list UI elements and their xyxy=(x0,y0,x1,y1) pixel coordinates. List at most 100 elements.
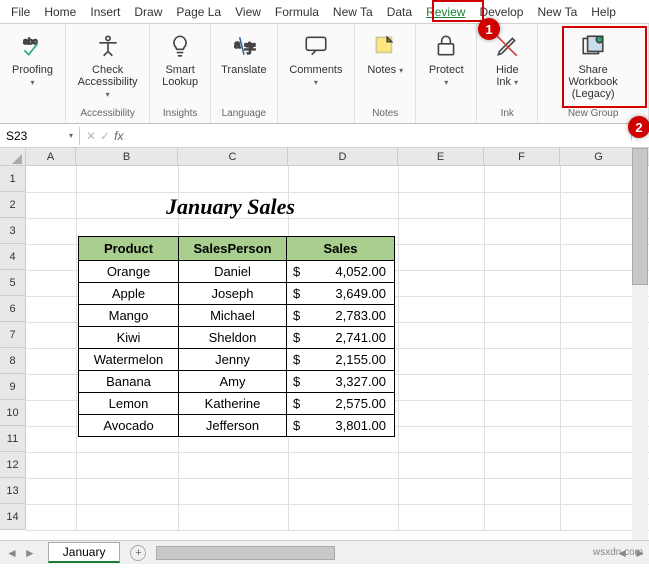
col-header-D[interactable]: D xyxy=(288,148,398,165)
row-header-4[interactable]: 4 xyxy=(0,244,26,270)
ribbon-button-label: ShareWorkbook (Legacy) xyxy=(548,64,638,100)
sheet-title: January Sales xyxy=(166,194,295,220)
row-header-8[interactable]: 8 xyxy=(0,348,26,374)
ribbon-group-new-group: ShareWorkbook (Legacy)New Group xyxy=(538,24,649,123)
tab-next-icon[interactable]: ► xyxy=(24,546,36,560)
vertical-scrollbar[interactable] xyxy=(632,148,648,540)
cell-person[interactable]: Jefferson xyxy=(179,415,287,437)
cell-person[interactable]: Katherine xyxy=(179,393,287,415)
tab-nav[interactable]: ◄ ► xyxy=(0,546,42,560)
cell-sales[interactable]: $2,783.00 xyxy=(287,305,395,327)
menu-newta[interactable]: New Ta xyxy=(530,2,584,22)
add-sheet-button[interactable]: + xyxy=(130,545,146,561)
menu-formula[interactable]: Formula xyxy=(268,2,326,22)
accept-icon[interactable]: ✓ xyxy=(100,129,110,143)
ribbon-comments-button[interactable]: Comments ▾ xyxy=(284,28,349,90)
menu-insert[interactable]: Insert xyxy=(83,2,127,22)
cells-area[interactable]: January Sales ProductSalesPersonSalesOra… xyxy=(26,166,649,530)
table-row: AvocadoJefferson$3,801.00 xyxy=(79,415,395,437)
cell-sales[interactable]: $2,575.00 xyxy=(287,393,395,415)
cell-person[interactable]: Sheldon xyxy=(179,327,287,349)
cell-person[interactable]: Joseph xyxy=(179,283,287,305)
row-header-5[interactable]: 5 xyxy=(0,270,26,296)
ribbon-check-accessibility-button[interactable]: CheckAccessibility ▾ xyxy=(72,28,143,102)
col-header-C[interactable]: C xyxy=(178,148,288,165)
row-header-1[interactable]: 1 xyxy=(0,166,26,192)
sheet-tab-january[interactable]: January xyxy=(48,542,121,563)
table-row: KiwiSheldon$2,741.00 xyxy=(79,327,395,349)
cell-person[interactable]: Amy xyxy=(179,371,287,393)
row-header-3[interactable]: 3 xyxy=(0,218,26,244)
col-header-E[interactable]: E xyxy=(398,148,484,165)
ribbon-group-proofing: abcProofing ▾ xyxy=(0,24,66,123)
cell-product[interactable]: Avocado xyxy=(79,415,179,437)
col-header-G[interactable]: G xyxy=(560,148,638,165)
menu-review[interactable]: Review xyxy=(419,2,472,22)
tab-prev-icon[interactable]: ◄ xyxy=(6,546,18,560)
row-header-7[interactable]: 7 xyxy=(0,322,26,348)
formula-input[interactable] xyxy=(129,127,631,145)
cell-sales[interactable]: $3,327.00 xyxy=(287,371,395,393)
col-header-F[interactable]: F xyxy=(484,148,560,165)
cell-product[interactable]: Lemon xyxy=(79,393,179,415)
menu-draw[interactable]: Draw xyxy=(127,2,169,22)
select-all-corner[interactable] xyxy=(0,148,26,165)
cell-product[interactable]: Kiwi xyxy=(79,327,179,349)
table-header-sales: Sales xyxy=(287,237,395,261)
accessibility-icon xyxy=(92,30,124,62)
row-header-10[interactable]: 10 xyxy=(0,400,26,426)
name-box[interactable]: S23 ▾ xyxy=(0,127,80,145)
cell-product[interactable]: Watermelon xyxy=(79,349,179,371)
cell-product[interactable]: Apple xyxy=(79,283,179,305)
menu-view[interactable]: View xyxy=(228,2,268,22)
horizontal-scroll-thumb[interactable] xyxy=(156,546,335,560)
ribbon-protect-button[interactable]: Protect ▾ xyxy=(422,28,470,90)
svg-text:字: 字 xyxy=(244,42,256,56)
ribbon-notes-button[interactable]: Notes ▾ xyxy=(361,28,409,78)
menu-newta[interactable]: New Ta xyxy=(326,2,380,22)
ribbon-proofing-button[interactable]: abcProofing ▾ xyxy=(6,28,59,90)
cell-person[interactable]: Michael xyxy=(179,305,287,327)
ribbon-group-label: Language xyxy=(222,106,267,121)
menu-file[interactable]: File xyxy=(4,2,37,22)
cell-sales[interactable]: $2,741.00 xyxy=(287,327,395,349)
abc-check-icon: abc xyxy=(17,30,49,62)
menu-pagela[interactable]: Page La xyxy=(169,2,228,22)
cell-person[interactable]: Jenny xyxy=(179,349,287,371)
cell-sales[interactable]: $2,155.00 xyxy=(287,349,395,371)
table-row: OrangeDaniel$4,052.00 xyxy=(79,261,395,283)
cell-product[interactable]: Banana xyxy=(79,371,179,393)
cell-product[interactable]: Orange xyxy=(79,261,179,283)
cell-product[interactable]: Mango xyxy=(79,305,179,327)
row-header-9[interactable]: 9 xyxy=(0,374,26,400)
row-header-12[interactable]: 12 xyxy=(0,452,26,478)
ribbon-share-workbook-legacy--button[interactable]: ShareWorkbook (Legacy) xyxy=(544,28,642,102)
vertical-scroll-thumb[interactable] xyxy=(632,148,648,285)
row-header-14[interactable]: 14 xyxy=(0,504,26,530)
menu-data[interactable]: Data xyxy=(380,2,419,22)
col-header-B[interactable]: B xyxy=(76,148,178,165)
horizontal-scrollbar[interactable] xyxy=(156,546,603,560)
row-header-2[interactable]: 2 xyxy=(0,192,26,218)
chevron-down-icon[interactable]: ▾ xyxy=(69,131,73,140)
menu-home[interactable]: Home xyxy=(37,2,83,22)
cell-sales[interactable]: $4,052.00 xyxy=(287,261,395,283)
ribbon: abcProofing ▾CheckAccessibility ▾Accessi… xyxy=(0,24,649,124)
ribbon-translate-button[interactable]: a字Translate xyxy=(217,28,270,78)
sheet-tab-bar: ◄ ► January + ◄ ► xyxy=(0,540,649,564)
menu-help[interactable]: Help xyxy=(584,2,623,22)
cell-person[interactable]: Daniel xyxy=(179,261,287,283)
cell-sales[interactable]: $3,801.00 xyxy=(287,415,395,437)
fx-icon[interactable]: fx xyxy=(114,129,123,143)
ribbon-smart-lookup-button[interactable]: SmartLookup xyxy=(156,28,204,90)
cell-sales[interactable]: $3,649.00 xyxy=(287,283,395,305)
cancel-icon[interactable]: ✕ xyxy=(86,129,96,143)
ribbon-group-accessibility: CheckAccessibility ▾Accessibility xyxy=(66,24,150,123)
name-box-value: S23 xyxy=(6,129,27,143)
col-header-A[interactable]: A xyxy=(26,148,76,165)
menu-develop[interactable]: Develop xyxy=(472,2,530,22)
row-header-6[interactable]: 6 xyxy=(0,296,26,322)
row-header-13[interactable]: 13 xyxy=(0,478,26,504)
row-header-11[interactable]: 11 xyxy=(0,426,26,452)
ribbon-group-notes: Notes ▾Notes xyxy=(355,24,416,123)
